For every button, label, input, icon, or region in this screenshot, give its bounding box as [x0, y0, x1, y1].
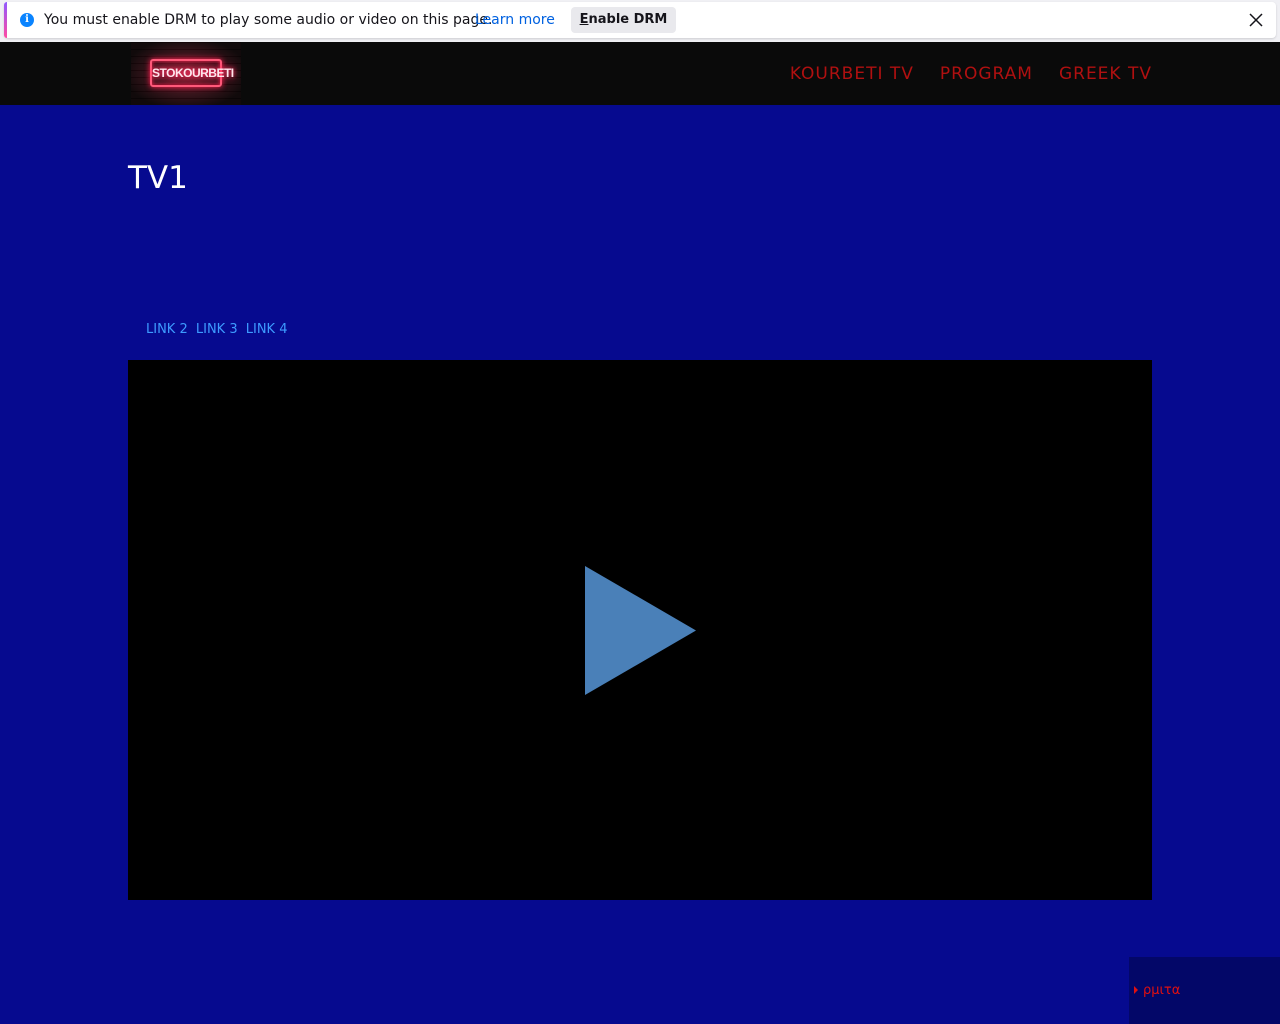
- page-title: TV1: [128, 160, 188, 196]
- nav-item-greek-tv[interactable]: GREEK TV: [1059, 64, 1152, 84]
- info-icon: i: [20, 13, 34, 27]
- arrow-right-icon: [1134, 986, 1138, 994]
- site-header: STOKOURBETI KOURBETI TV PROGRAM GREEK TV: [0, 42, 1280, 105]
- nav-item-program[interactable]: PROGRAM: [940, 64, 1033, 84]
- video-player[interactable]: [128, 360, 1152, 900]
- stream-links: LINK 2 LINK 3 LINK 4: [146, 322, 291, 337]
- link-2[interactable]: LINK 2: [146, 322, 188, 337]
- close-icon[interactable]: [1246, 10, 1266, 30]
- learn-more-link[interactable]: Learn more: [475, 12, 555, 28]
- enable-drm-button-label: nable DRM: [588, 12, 668, 27]
- corner-widget-text: ρμιτα: [1143, 983, 1181, 998]
- link-4[interactable]: LINK 4: [246, 322, 288, 337]
- notification-accent: [4, 2, 7, 38]
- nav-item-kourbeti-tv[interactable]: KOURBETI TV: [790, 64, 914, 84]
- link-3[interactable]: LINK 3: [196, 322, 238, 337]
- drm-message: You must enable DRM to play some audio o…: [44, 12, 493, 28]
- enable-drm-button-access-key: E: [579, 12, 589, 27]
- corner-widget[interactable]: ρμιτα: [1129, 957, 1280, 1024]
- drm-notification-bar: i You must enable DRM to play some audio…: [0, 0, 1280, 42]
- main-nav: KOURBETI TV PROGRAM GREEK TV: [790, 64, 1152, 84]
- drm-notification: i You must enable DRM to play some audio…: [4, 2, 1276, 38]
- play-icon[interactable]: [585, 566, 696, 695]
- logo-neon-sign: STOKOURBETI: [150, 59, 234, 87]
- enable-drm-button[interactable]: Enable DRM: [571, 7, 676, 33]
- site-logo[interactable]: STOKOURBETI: [131, 42, 241, 105]
